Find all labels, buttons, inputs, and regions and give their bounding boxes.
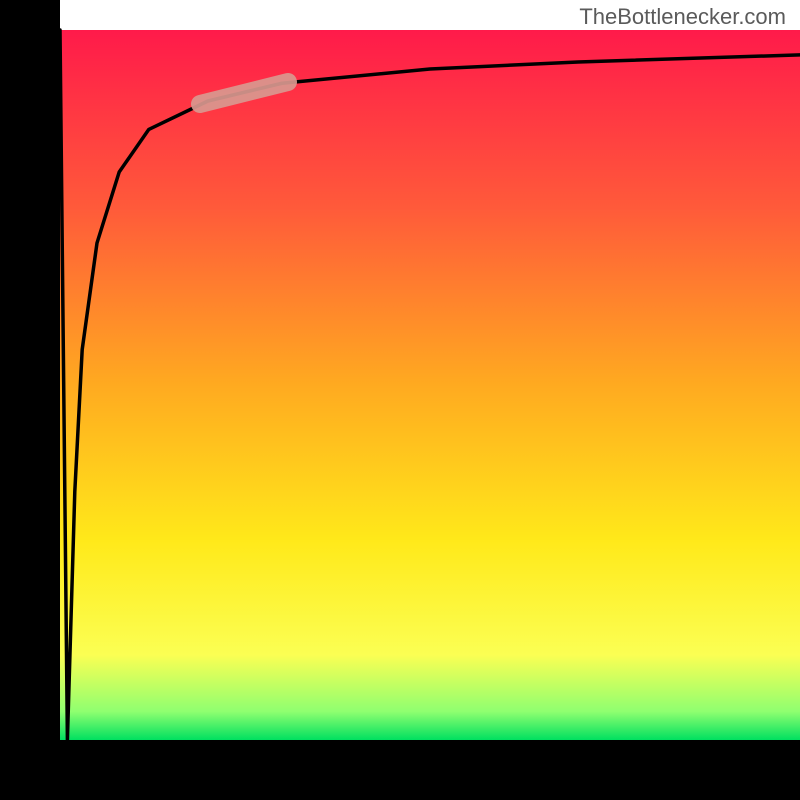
plot-background: [60, 30, 800, 740]
chart-container: TheBottlenecker.com: [0, 0, 800, 800]
bottleneck-chart: [0, 0, 800, 800]
watermark-text: TheBottlenecker.com: [579, 4, 786, 30]
y-axis-band: [0, 0, 60, 800]
x-axis-band: [0, 740, 800, 800]
